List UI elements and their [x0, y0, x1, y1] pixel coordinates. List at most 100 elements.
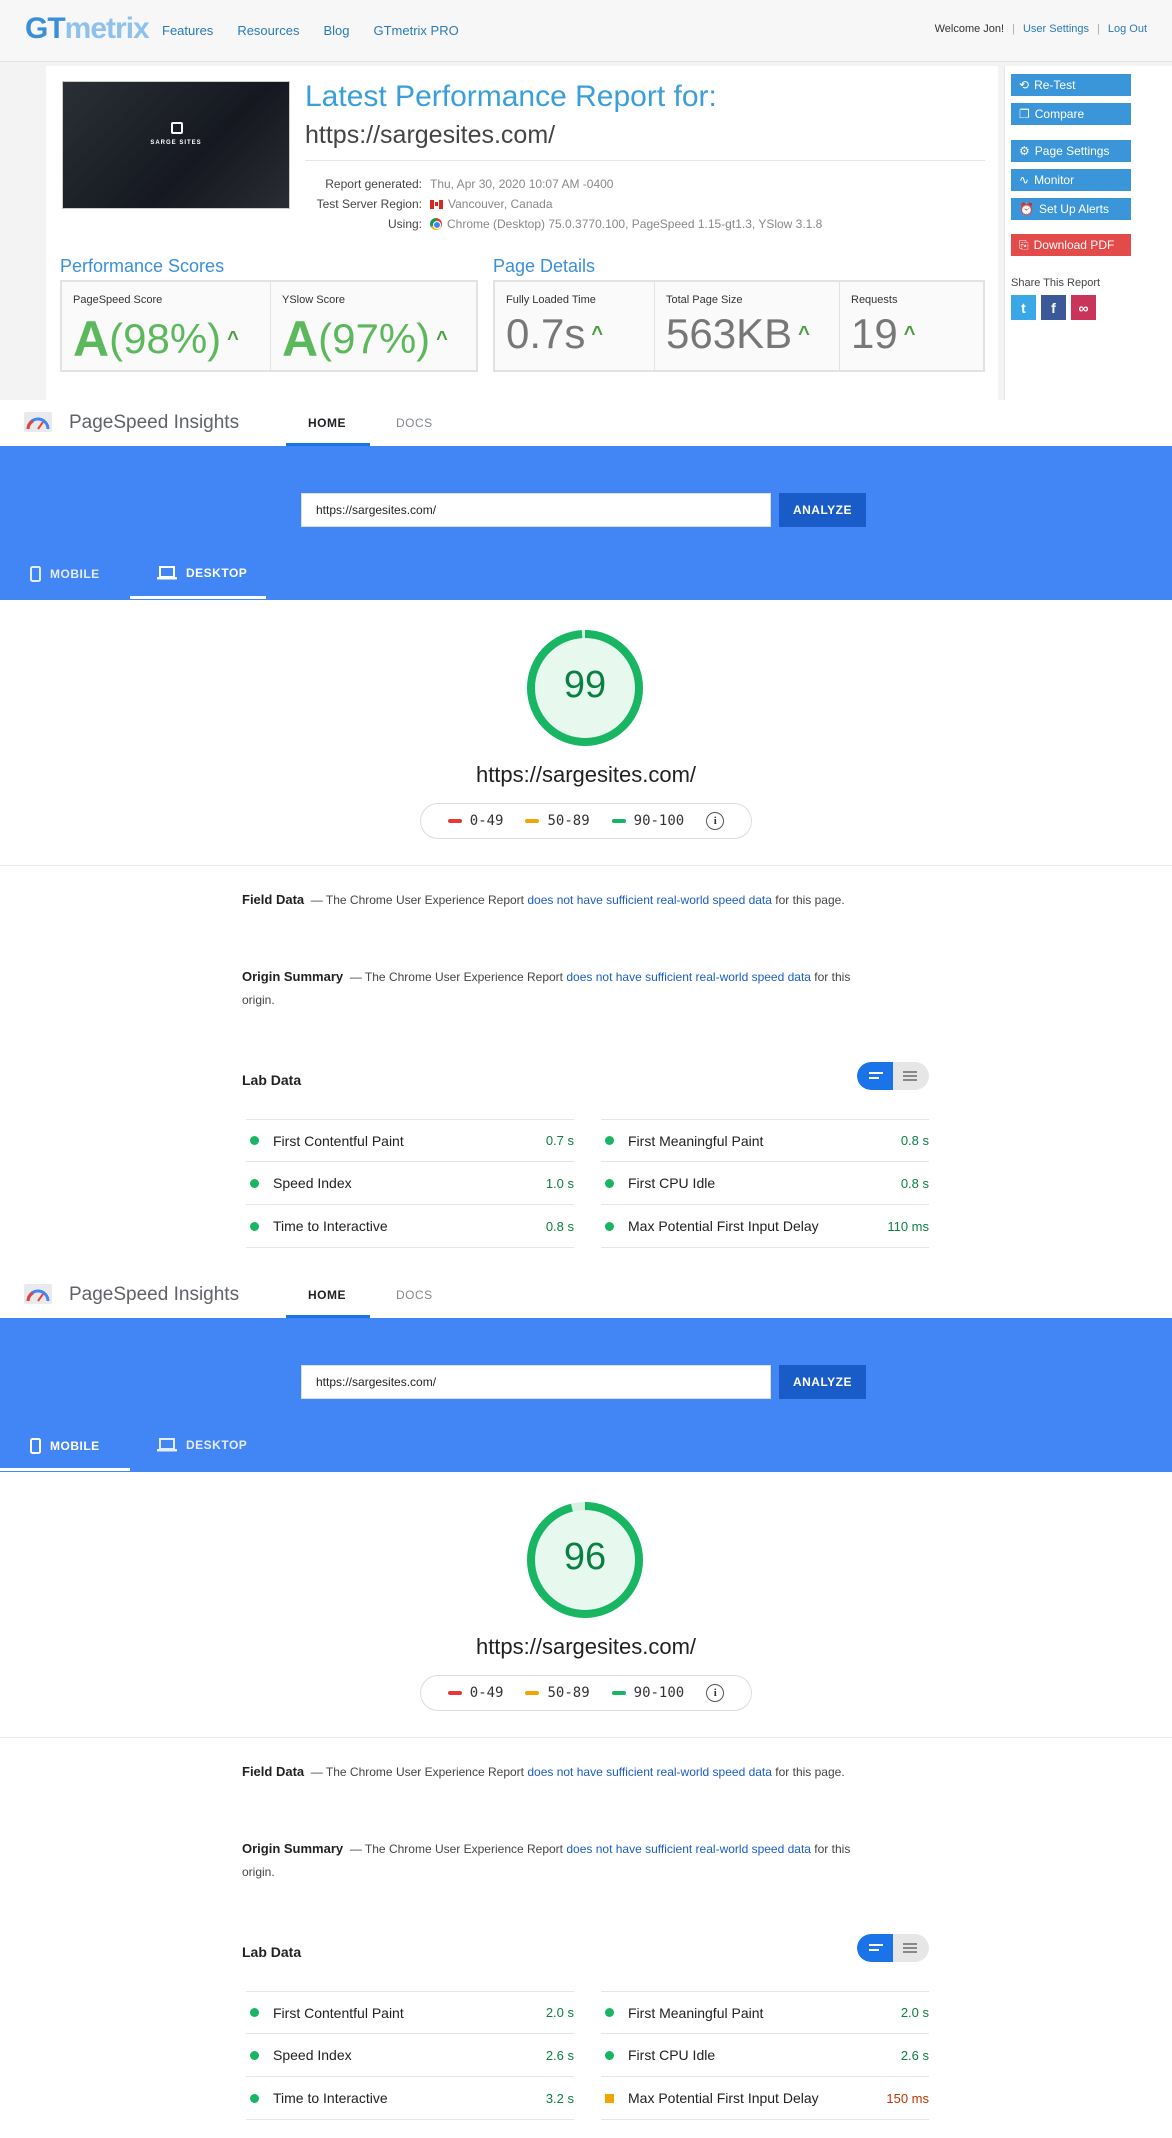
button-label: Monitor: [1034, 173, 1075, 187]
info-icon[interactable]: i: [706, 1684, 725, 1702]
tab-mobile[interactable]: MOBILE: [30, 566, 100, 582]
divider: [0, 865, 1172, 866]
field-data-text: — The Chrome User Experience Report: [310, 893, 528, 907]
origin-summary-link[interactable]: does not have sufficient real-world spee…: [566, 1842, 811, 1856]
legend-label: 0-49: [469, 1685, 504, 1701]
metric-label: Time to Interactive: [273, 2090, 388, 2106]
detail-label: Requests: [851, 294, 898, 306]
psi-search-bar: https://sargesites.com/ ANALYZE MOBILE D…: [0, 446, 1172, 600]
facebook-share-button[interactable]: f: [1041, 295, 1066, 320]
metric-value: 2.6 s: [900, 2047, 929, 2063]
score-percent: (97%): [318, 315, 431, 362]
using-value: Chrome (Desktop) 75.0.3770.100, PageSpee…: [447, 217, 823, 231]
metric-time-to-interactive: Time to Interactive 0.8 s: [246, 1205, 574, 1248]
poor-legend-icon: [447, 819, 462, 823]
tab-docs[interactable]: DOCS: [396, 416, 433, 430]
tab-mobile[interactable]: MOBILE: [30, 1438, 100, 1454]
tab-label: MOBILE: [50, 1439, 100, 1453]
download-pdf-button[interactable]: ⎘ Download PDF: [1011, 234, 1131, 256]
pass-icon: [605, 1178, 614, 1188]
legend-label: 90-100: [633, 1685, 685, 1701]
legend-label: 50-89: [547, 1685, 590, 1701]
metric-label: First CPU Idle: [628, 2047, 716, 2063]
tested-url: https://sargesites.com/: [475, 1634, 697, 1659]
retest-button[interactable]: ⟲ Re-Test: [1011, 74, 1131, 96]
lab-view-toggle[interactable]: [857, 1062, 929, 1090]
user-settings-link[interactable]: User Settings: [1023, 23, 1089, 35]
metric-max-potential-fid: Max Potential First Input Delay 150 ms: [601, 2077, 929, 2120]
tab-home[interactable]: HOME: [308, 1288, 346, 1302]
link-icon: ∞: [1078, 299, 1089, 316]
good-legend-icon: [611, 1691, 626, 1695]
fully-loaded-time: Fully Loaded Time 0.7s ^: [495, 282, 655, 370]
url-input[interactable]: https://sargesites.com/: [301, 1365, 771, 1399]
score-grade: A: [282, 311, 319, 367]
metric-value: 110 ms: [887, 1218, 929, 1234]
nav-features[interactable]: Features: [162, 23, 213, 38]
info-icon[interactable]: i: [706, 812, 725, 830]
detail-label: Total Page Size: [666, 294, 743, 306]
pulse-icon: ∿: [1019, 173, 1030, 187]
average-icon: [605, 2093, 614, 2103]
metric-label: First Meaningful Paint: [628, 2004, 764, 2021]
nav-resources[interactable]: Resources: [237, 23, 299, 38]
info-label: Test Server Region:: [316, 197, 422, 211]
logout-link[interactable]: Log Out: [1108, 23, 1147, 35]
toggle-list-view[interactable]: [857, 1062, 893, 1090]
laptop-icon: [157, 1438, 177, 1452]
score-grade: A: [73, 311, 110, 367]
page-details-box: Fully Loaded Time 0.7s ^ Total Page Size …: [493, 280, 985, 372]
lab-data-title: Lab Data: [242, 1072, 302, 1088]
monitor-button[interactable]: ∿ Monitor: [1011, 169, 1131, 191]
field-data-text-end: for this page.: [771, 893, 845, 907]
metric-value: 1.0 s: [545, 1175, 574, 1191]
divider: [0, 1737, 1172, 1738]
metric-first-meaningful-paint: First Meaningful Paint 0.8 s: [601, 1119, 929, 1162]
tab-desktop[interactable]: DESKTOP: [157, 566, 247, 580]
page-settings-button[interactable]: ⚙ Page Settings: [1011, 140, 1131, 162]
set-up-alerts-button[interactable]: ⏰ Set Up Alerts: [1011, 198, 1131, 220]
metric-value: 2.0 s: [900, 2005, 929, 2020]
analyze-button[interactable]: ANALYZE: [779, 1365, 866, 1399]
chrome-icon: [430, 218, 442, 230]
gtmetrix-logo[interactable]: GTmetrix: [25, 12, 150, 46]
twitter-share-button[interactable]: t: [1011, 295, 1036, 320]
tab-desktop[interactable]: DESKTOP: [157, 1438, 247, 1452]
metric-first-meaningful-paint: First Meaningful Paint 2.0 s: [601, 1991, 929, 2034]
tab-docs[interactable]: DOCS: [396, 1288, 433, 1302]
lab-view-toggle[interactable]: [857, 1934, 929, 1962]
metric-label: Max Potential First Input Delay: [628, 1218, 819, 1234]
tested-url: https://sargesites.com/: [475, 762, 697, 787]
active-tab-indicator: [130, 596, 266, 599]
origin-summary-link[interactable]: does not have sufficient real-world spee…: [566, 970, 811, 984]
field-data-link[interactable]: does not have sufficient real-world spee…: [527, 893, 772, 907]
user-menu: Welcome Jon! | User Settings | Log Out: [935, 23, 1147, 35]
yslow-score: YSlow Score A (97%) ^: [271, 282, 476, 370]
lab-metrics-left: First Contentful Paint 2.0 s Speed Index 2…: [246, 1991, 574, 2120]
score-percent: (98%): [109, 315, 222, 362]
url-input[interactable]: https://sargesites.com/: [301, 493, 771, 527]
field-data-link[interactable]: does not have sufficient real-world spee…: [527, 1765, 772, 1779]
performance-scores-heading: Performance Scores: [60, 256, 225, 276]
field-data-title: Field Data: [242, 1764, 305, 1779]
compare-button[interactable]: ❐ Compare: [1011, 103, 1131, 125]
psi-title: PageSpeed Insights: [69, 1284, 240, 1305]
lab-metrics-right: First Meaningful Paint 0.8 s First CPU Id…: [601, 1119, 929, 1248]
metric-value: 0.8 s: [900, 1133, 929, 1148]
region-value: Vancouver, Canada: [448, 197, 553, 211]
tab-home[interactable]: HOME: [308, 416, 346, 430]
share-heading: Share This Report: [1011, 277, 1101, 289]
metric-label: Max Potential First Input Delay: [628, 2090, 819, 2106]
nav-gtmetrix-pro[interactable]: GTmetrix PRO: [373, 23, 458, 38]
detail-value: 0.7s: [506, 310, 586, 357]
toggle-list-view[interactable]: [857, 1934, 893, 1962]
lab-metrics-right: First Meaningful Paint 2.0 s First CPU Id…: [601, 1991, 929, 2120]
link-share-button[interactable]: ∞: [1071, 295, 1096, 320]
nav-blog[interactable]: Blog: [323, 23, 349, 38]
active-tab-indicator: [0, 1468, 130, 1471]
button-label: Download PDF: [1033, 238, 1115, 252]
metric-speed-index: Speed Index 1.0 s: [246, 1162, 574, 1205]
pdf-icon: ⎘: [1019, 237, 1029, 252]
analyze-button[interactable]: ANALYZE: [779, 493, 866, 527]
origin-summary-text: — The Chrome User Experience Report: [349, 1842, 567, 1856]
